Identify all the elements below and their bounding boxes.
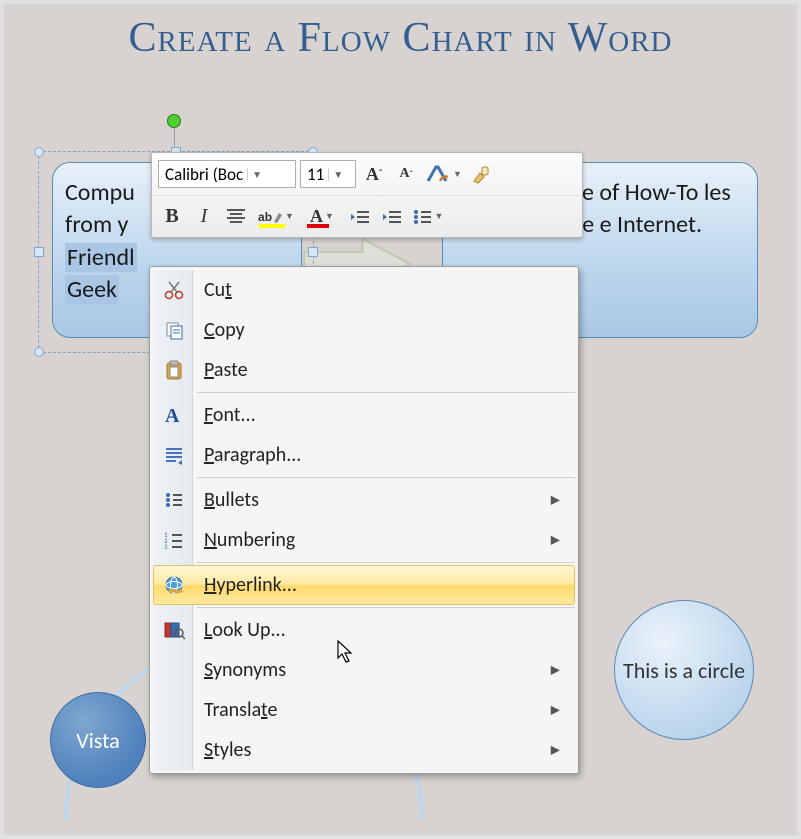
mini-toolbar: Calibri (Boc ▼ 11 ▼ Aˆ Aˇ ▼	[151, 152, 583, 238]
menu-item-styles[interactable]: Styles ▶	[153, 730, 575, 770]
paragraph-icon	[162, 443, 186, 467]
decrease-indent-button[interactable]	[346, 202, 374, 232]
submenu-arrow-icon: ▶	[551, 493, 560, 508]
increase-indent-icon	[381, 208, 403, 226]
menu-separator	[197, 607, 575, 608]
chevron-down-icon: ▼	[247, 168, 262, 181]
grow-font-button[interactable]: Aˆ	[360, 159, 388, 189]
menu-item-paragraph[interactable]: Paragraph...	[153, 435, 575, 475]
menu-item-font[interactable]: A Font...	[153, 395, 575, 435]
numbering-icon: 123	[162, 528, 186, 552]
menu-item-translate[interactable]: Translate ▶	[153, 690, 575, 730]
bold-label: B	[165, 205, 178, 228]
submenu-arrow-icon: ▶	[551, 663, 560, 678]
menu-separator	[197, 562, 575, 563]
italic-button[interactable]: I	[190, 202, 218, 232]
hyperlink-icon	[162, 573, 186, 597]
bullets-button[interactable]: ▼	[410, 202, 446, 232]
mini-toolbar-row-2: B I ab ▼ A ▼	[152, 195, 582, 237]
fontA-icon: A	[162, 403, 186, 427]
mouse-cursor-icon	[337, 640, 357, 666]
format-painter-button[interactable]	[467, 159, 495, 189]
svg-text:A: A	[165, 405, 180, 426]
chevron-down-icon: ▼	[325, 211, 334, 222]
change-styles-button[interactable]: ▼	[424, 159, 463, 189]
font-size-combo[interactable]: 11 ▼	[300, 160, 356, 188]
menu-item-label: Styles	[204, 738, 251, 762]
menu-item-label: Bullets	[204, 488, 259, 512]
selection-handle-left[interactable]	[34, 247, 44, 257]
selection-handle-bottom-left[interactable]	[34, 347, 44, 357]
chevron-down-icon: ▼	[435, 211, 444, 222]
menu-item-synonyms[interactable]: Synonyms ▶	[153, 650, 575, 690]
blank-icon	[162, 738, 186, 762]
blank-icon	[162, 698, 186, 722]
copy-icon	[162, 318, 186, 342]
menu-item-paste[interactable]: Paste	[153, 350, 575, 390]
chevron-down-icon: ▼	[328, 168, 343, 181]
submenu-arrow-icon: ▶	[551, 743, 560, 758]
menu-item-label: Font...	[204, 403, 256, 427]
menu-item-label: Paragraph...	[204, 443, 301, 467]
flowchart-circle[interactable]: This is a circle	[614, 600, 754, 740]
context-menu: Cut Copy Paste A Font... Paragraph... Bullets ▶…	[149, 266, 579, 774]
menu-item-label: Look Up...	[204, 618, 286, 642]
font-size-value: 11	[307, 164, 324, 185]
font-color-swatch	[307, 224, 329, 228]
menu-separator	[197, 477, 575, 478]
menu-item-copy[interactable]: Copy	[153, 310, 575, 350]
cut-icon	[162, 278, 186, 302]
bold-button[interactable]: B	[158, 202, 186, 232]
bullets-icon	[162, 488, 186, 512]
paste-icon	[162, 358, 186, 382]
highlight-swatch	[259, 224, 285, 228]
italic-label: I	[201, 205, 208, 228]
menu-item-look-up[interactable]: Look Up...	[153, 610, 575, 650]
menu-item-cut[interactable]: Cut	[153, 270, 575, 310]
circle-text: This is a circle	[623, 657, 745, 684]
highlight-color-button[interactable]: ab ▼	[254, 202, 298, 232]
highlight-label: ab	[258, 210, 272, 224]
decrease-indent-icon	[349, 208, 371, 226]
menu-separator	[197, 392, 575, 393]
menu-item-label: Copy	[204, 318, 245, 342]
highlighter-icon	[273, 210, 283, 224]
submenu-arrow-icon: ▶	[551, 703, 560, 718]
selection-handle-right[interactable]	[308, 247, 318, 257]
smartart-node-vista[interactable]: Vista	[50, 692, 146, 788]
chevron-down-icon: ▼	[285, 211, 294, 222]
rotate-handle[interactable]	[167, 114, 181, 128]
document-canvas: Create a Flow Chart in Word e the best c…	[0, 0, 801, 839]
chevron-down-icon: ▼	[453, 169, 462, 180]
font-name-combo[interactable]: Calibri (Boc ▼	[158, 160, 296, 188]
blank-icon	[162, 658, 186, 682]
svg-text:3: 3	[164, 542, 168, 550]
selection-handle-top-left[interactable]	[34, 147, 44, 157]
font-name-value: Calibri (Boc	[165, 164, 243, 185]
shrink-font-button[interactable]: Aˇ	[392, 159, 420, 189]
center-align-icon	[225, 207, 247, 227]
menu-item-label: Paste	[204, 358, 248, 382]
menu-item-label: Hyperlink...	[204, 573, 297, 597]
menu-item-label: Cut	[204, 278, 232, 302]
menu-item-label: Numbering	[204, 528, 295, 552]
bullets-icon	[413, 208, 433, 226]
font-color-button[interactable]: A ▼	[302, 202, 342, 232]
lookup-icon	[162, 618, 186, 642]
shrink-font-label: A	[399, 166, 409, 182]
submenu-arrow-icon: ▶	[551, 533, 560, 548]
menu-item-label: Translate	[204, 698, 277, 722]
menu-item-label: Synonyms	[204, 658, 286, 682]
menu-item-hyperlink[interactable]: Hyperlink...	[153, 565, 575, 605]
page-title: Create a Flow Chart in Word	[4, 14, 797, 62]
menu-item-bullets[interactable]: Bullets ▶	[153, 480, 575, 520]
mini-toolbar-row-1: Calibri (Boc ▼ 11 ▼ Aˆ Aˇ ▼	[152, 153, 582, 195]
increase-indent-button[interactable]	[378, 202, 406, 232]
grow-font-label: A	[366, 164, 379, 185]
menu-item-numbering[interactable]: 123 Numbering ▶	[153, 520, 575, 560]
center-align-button[interactable]	[222, 202, 250, 232]
rotate-handle-connector	[174, 127, 175, 149]
vista-label: Vista	[76, 727, 120, 754]
